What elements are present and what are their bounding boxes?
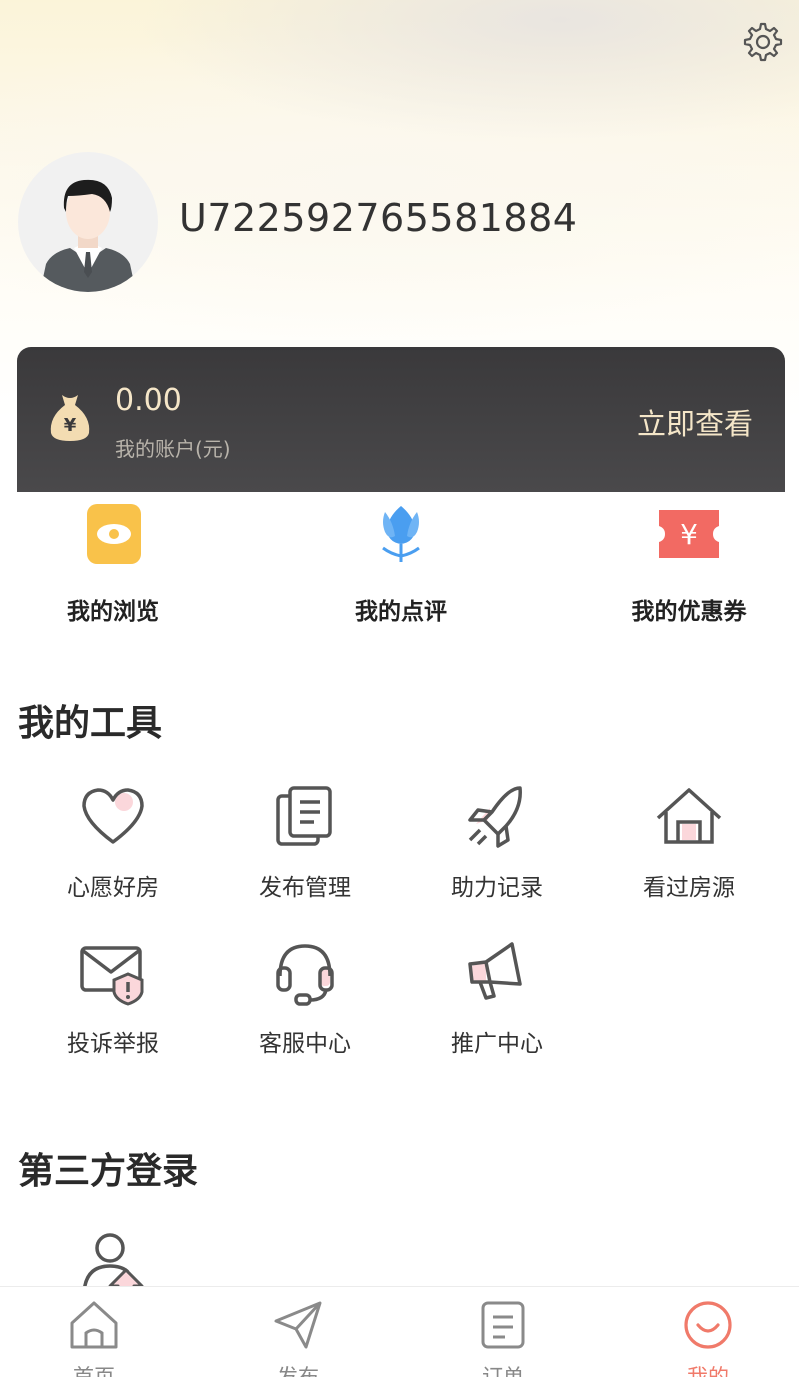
- user-upload-icon: [83, 1233, 144, 1286]
- tab-publish[interactable]: 发布: [198, 1287, 398, 1377]
- tab-label: 订单: [482, 1365, 524, 1377]
- tool-viewed-listings[interactable]: 看过房源: [594, 784, 784, 902]
- tool-label: 投诉举报: [67, 1031, 159, 1057]
- paper-plane-icon: [274, 1301, 322, 1349]
- wallet-label: 我的账户(元): [115, 437, 231, 461]
- headset-icon: [276, 944, 334, 1006]
- settings-button[interactable]: [741, 20, 785, 64]
- svg-text:¥: ¥: [64, 415, 77, 436]
- coupon-yen-icon: ¥: [659, 510, 719, 558]
- tool-label: 发布管理: [259, 875, 351, 901]
- tools-section-title: 我的工具: [18, 703, 163, 744]
- wallet-amount: 0.00: [115, 383, 182, 418]
- quick-link-coupons[interactable]: ¥ 我的优惠券: [589, 500, 789, 626]
- quick-link-reviews[interactable]: 我的点评: [301, 500, 501, 626]
- megaphone-icon: [468, 942, 522, 1000]
- documents-icon: [276, 786, 332, 846]
- tool-label: 客服中心: [259, 1031, 351, 1057]
- avatar[interactable]: [18, 152, 158, 292]
- tab-label: 发布: [277, 1365, 319, 1377]
- tab-label: 首页: [73, 1365, 115, 1377]
- username: U722592765581884: [179, 196, 578, 240]
- tab-label: 我的: [687, 1365, 729, 1377]
- bottom-tab-bar: 首页 发布 订单 我的: [0, 1286, 799, 1377]
- heart-icon: [82, 788, 144, 844]
- tab-orders[interactable]: 订单: [403, 1287, 603, 1377]
- svg-text:¥: ¥: [680, 518, 698, 551]
- mail-warning-icon: [80, 946, 144, 1006]
- rocket-icon: [468, 786, 522, 848]
- tool-label: 心愿好房: [67, 875, 159, 901]
- tulip-icon: [382, 506, 420, 562]
- tab-home[interactable]: 首页: [0, 1287, 194, 1377]
- wallet-card[interactable]: ¥ 0.00 我的账户(元) 立即查看: [17, 347, 785, 492]
- quick-link-browse[interactable]: 我的浏览: [13, 500, 213, 626]
- tool-complaint-report[interactable]: 投诉举报: [18, 940, 208, 1058]
- house-icon: [656, 788, 722, 844]
- third-party-login-title: 第三方登录: [18, 1151, 199, 1192]
- tool-wishlist[interactable]: 心愿好房: [18, 784, 208, 902]
- quick-link-label: 我的优惠券: [631, 599, 747, 625]
- tab-mine[interactable]: 我的: [608, 1287, 799, 1377]
- tool-promotion-center[interactable]: 推广中心: [402, 940, 592, 1058]
- tool-label: 看过房源: [643, 875, 735, 901]
- tool-label: 助力记录: [451, 875, 543, 901]
- avatar-illustration: [40, 179, 136, 292]
- view-now-button[interactable]: 立即查看: [637, 401, 753, 443]
- quick-link-label: 我的浏览: [67, 599, 159, 625]
- tool-customer-service[interactable]: 客服中心: [210, 940, 400, 1058]
- order-icon: [481, 1301, 525, 1349]
- money-bag-icon: ¥: [50, 395, 90, 441]
- home-icon: [70, 1301, 118, 1349]
- eye-icon: [87, 504, 141, 564]
- third-party-login-item[interactable]: [78, 1230, 148, 1286]
- tool-publish-management[interactable]: 发布管理: [210, 784, 400, 902]
- smile-icon: [684, 1301, 732, 1349]
- tool-label: 推广中心: [451, 1031, 543, 1057]
- quick-link-label: 我的点评: [355, 599, 447, 625]
- gear-icon: [743, 22, 783, 62]
- quick-links: 我的浏览 我的点评 ¥ 我的优惠券: [0, 500, 799, 630]
- tool-boost-records[interactable]: 助力记录: [402, 784, 592, 902]
